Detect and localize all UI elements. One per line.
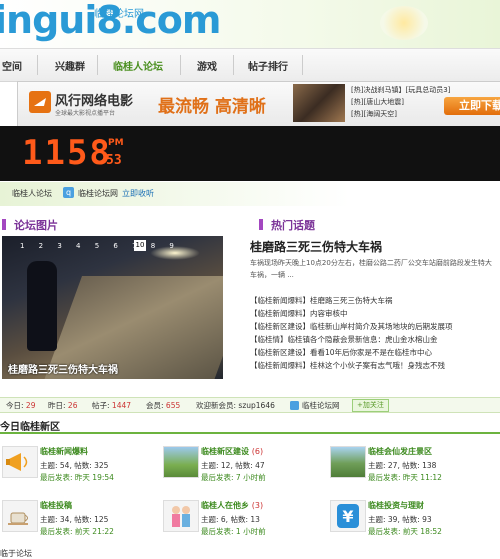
- stat-members: 会员: 655: [146, 401, 181, 410]
- nav-divider: [37, 55, 38, 75]
- forum-stat: 主题: 39, 帖数: 93: [368, 515, 432, 524]
- forum-name[interactable]: 临桂人在他乡 (3): [201, 500, 263, 511]
- forum-name[interactable]: 临桂投稿: [40, 500, 72, 511]
- hot-topic-desc: 车祸现场昨天晚上10点20分左右，桂磨公路二药厂公交车站磨前路段发生特大车祸，一…: [250, 259, 492, 279]
- forum-name[interactable]: 临桂投资与理财: [368, 500, 424, 511]
- today-section-header: 今日临桂新区: [0, 416, 500, 436]
- header-decoration: [380, 6, 428, 40]
- nav-divider: [97, 55, 98, 75]
- breadcrumb-home[interactable]: 临桂人论坛: [12, 188, 52, 199]
- forum-last-post[interactable]: 最后发表: 7 小时前: [201, 472, 266, 483]
- forum-stat: 主题: 6, 帖数: 13: [201, 515, 260, 524]
- megaphone-icon: [2, 446, 38, 478]
- download-button[interactable]: 立即下载: [444, 97, 500, 115]
- svg-text:¥: ¥: [342, 507, 353, 526]
- follow-button[interactable]: +加关注: [352, 399, 389, 412]
- forum-last-post[interactable]: 最后发表: 前天 18:52: [368, 526, 442, 537]
- clock-banner: 1158 PM 53: [0, 126, 500, 181]
- forum-stat: 主题: 27, 帖数: 138: [368, 461, 437, 470]
- forum-box[interactable]: ¥ 临桂投资与理财 主题: 39, 帖数: 93 最后发表: 前天 18:52: [330, 498, 495, 548]
- ad-subtitle: 全球最大影视点播平台: [55, 110, 116, 117]
- ad-link[interactable]: [热][唐山大地震]: [351, 96, 450, 108]
- listen-link[interactable]: 立即收听: [122, 188, 154, 199]
- forum-box[interactable]: 临桂会仙发庄景区 主题: 27, 帖数: 138 最后发表: 昨天 11:12: [330, 444, 495, 494]
- forum-stats-bar: 今日: 29 昨日: 26 帖子: 1447 会员: 655 欢迎新会员: sz…: [0, 397, 500, 413]
- nav-item-games[interactable]: 游戏: [197, 58, 217, 73]
- ad-links: [热]决战刹马镇】[玩具总动员3] [热][唐山大地震] [热][海阔天空]: [351, 84, 450, 120]
- forum-stat: 主题: 54, 帖数: 325: [40, 461, 109, 470]
- forum-box[interactable]: 临桂新闻爆料 主题: 54, 帖数: 325 最后发表: 昨天 19:54: [2, 444, 167, 494]
- forum-stat: 主题: 34, 帖数: 125: [40, 515, 109, 524]
- section-marker: [259, 219, 263, 230]
- hot-topic-item[interactable]: 【临桂情】临桂镇各个隐蔽会景新信息：虎山金水榕山金: [250, 334, 500, 347]
- funshion-logo-icon: [29, 91, 51, 113]
- photo-pager-current[interactable]: 10: [134, 240, 146, 251]
- forum-name[interactable]: 临桂会仙发庄景区: [368, 446, 432, 457]
- section-marker: [2, 219, 6, 230]
- nav-divider: [180, 55, 181, 75]
- ad-link[interactable]: [热]决战刹马镇】[玩具总动员3]: [351, 84, 450, 96]
- nav-divider: [233, 55, 234, 75]
- new-member-link[interactable]: szup1646: [238, 401, 274, 410]
- breadcrumb: 临桂人论坛 q 临桂论坛网 立即收听: [0, 182, 500, 206]
- hot-topic-item[interactable]: 【临桂新区建设】临桂新山岸村简介及其场地块的后期发展项: [250, 321, 500, 334]
- stat-welcome: 欢迎新会员: szup1646: [196, 401, 275, 410]
- stat-posts: 帖子: 1447: [92, 401, 132, 410]
- ad-movie-thumbnail: [293, 84, 345, 122]
- forum-last-post[interactable]: 最后发表: 昨天 19:54: [40, 472, 114, 483]
- hot-topic-list: 【临桂新闻爆料】桂磨路三死三伤特大车祸 【临桂新闻爆料】内容审核中 【临桂新区建…: [250, 295, 500, 373]
- breadcrumb-site[interactable]: 临桂论坛网: [78, 188, 118, 199]
- forum-last-post[interactable]: 最后发表: 前天 21:22: [40, 526, 114, 537]
- featured-photo[interactable]: 1 2 3 4 5 6 7 8 9 10 桂磨路三死三伤特大车祸: [2, 236, 223, 379]
- photo-figure: [27, 261, 57, 351]
- stat-today: 今日: 29: [6, 401, 36, 410]
- clock-ampm: PM: [108, 138, 124, 148]
- forum-pics-heading: 论坛图片: [14, 219, 58, 232]
- stat-yesterday: 昨日: 26: [48, 401, 78, 410]
- forum-thumbnail: [163, 446, 199, 478]
- people-icon: [163, 500, 199, 532]
- forum-name[interactable]: 临桂新闻爆料: [40, 446, 88, 457]
- photo-pager[interactable]: 1 2 3 4 5 6 7 8 9: [20, 242, 180, 250]
- hot-topic-item[interactable]: 【临桂新闻爆料】桂磨路三死三伤特大车祸: [250, 295, 500, 308]
- hot-topic-item[interactable]: 【临桂新闻爆料】内容审核中: [250, 308, 500, 321]
- forum-last-post[interactable]: 最后发表: 昨天 11:12: [368, 472, 442, 483]
- nav-item-space[interactable]: 空间: [2, 58, 22, 73]
- nav-divider: [302, 55, 303, 75]
- photo-caption[interactable]: 桂磨路三死三伤特大车祸: [8, 361, 118, 376]
- weibo-icon: [290, 400, 299, 410]
- forum-stat: 主题: 12, 帖数: 47: [201, 461, 265, 470]
- yen-icon: ¥: [330, 500, 366, 532]
- bottom-section-title: 临于论坛: [0, 549, 32, 558]
- forum-last-post[interactable]: 最后发表: 1 小时前: [201, 526, 266, 537]
- site-subtitle: 临桂论坛网: [94, 9, 144, 20]
- forum-name[interactable]: 临桂新区建设 (6): [201, 446, 263, 457]
- coffee-cup-icon: [2, 500, 38, 532]
- ad-brand: 风行网络电影: [55, 94, 134, 109]
- nav-item-post-ranking[interactable]: 帖子排行: [248, 58, 288, 73]
- clock-seconds: 53: [106, 153, 122, 168]
- today-section-title: 今日临桂新区: [0, 422, 60, 433]
- forum-thumbnail: [330, 446, 366, 478]
- hot-topic-title[interactable]: 桂磨路三死三伤特大车祸: [250, 238, 382, 255]
- section-divider: [0, 432, 500, 434]
- stats-site-link[interactable]: 临桂论坛网: [302, 400, 340, 411]
- forum-box[interactable]: 临桂投稿 主题: 34, 帖数: 125 最后发表: 前天 21:22: [2, 498, 167, 548]
- ad-banner[interactable]: 风行网络电影 全球最大影视点播平台 最流畅 高清晰 [热]决战刹马镇】[玩具总动…: [17, 81, 500, 127]
- hot-topics-heading: 热门话题: [271, 219, 315, 232]
- site-header: ingui8.com 临桂论坛网: [0, 0, 500, 48]
- forum-box[interactable]: 临桂人在他乡 (3) 主题: 6, 帖数: 13 最后发表: 1 小时前: [163, 498, 328, 548]
- weibo-icon: q: [63, 187, 74, 198]
- ad-link[interactable]: [热][海阔天空]: [351, 108, 450, 120]
- nav-item-forum[interactable]: 临桂人论坛: [113, 58, 163, 73]
- nav-item-interest-groups[interactable]: 兴趣群: [55, 58, 85, 73]
- hot-topic-item[interactable]: 【临桂新闻爆料】桂林这个小伙子案有志气哦！身残志不残: [250, 360, 500, 373]
- hot-topic-item[interactable]: 【临桂新区建设】看看10年后你家是不是在临桂市中心: [250, 347, 500, 360]
- clock-time: 1158: [22, 133, 112, 173]
- ad-slogan: 最流畅 高清晰: [158, 97, 266, 117]
- forum-box[interactable]: 临桂新区建设 (6) 主题: 12, 帖数: 47 最后发表: 7 小时前: [163, 444, 328, 494]
- main-nav: 空间 兴趣群 临桂人论坛 游戏 帖子排行: [0, 48, 500, 82]
